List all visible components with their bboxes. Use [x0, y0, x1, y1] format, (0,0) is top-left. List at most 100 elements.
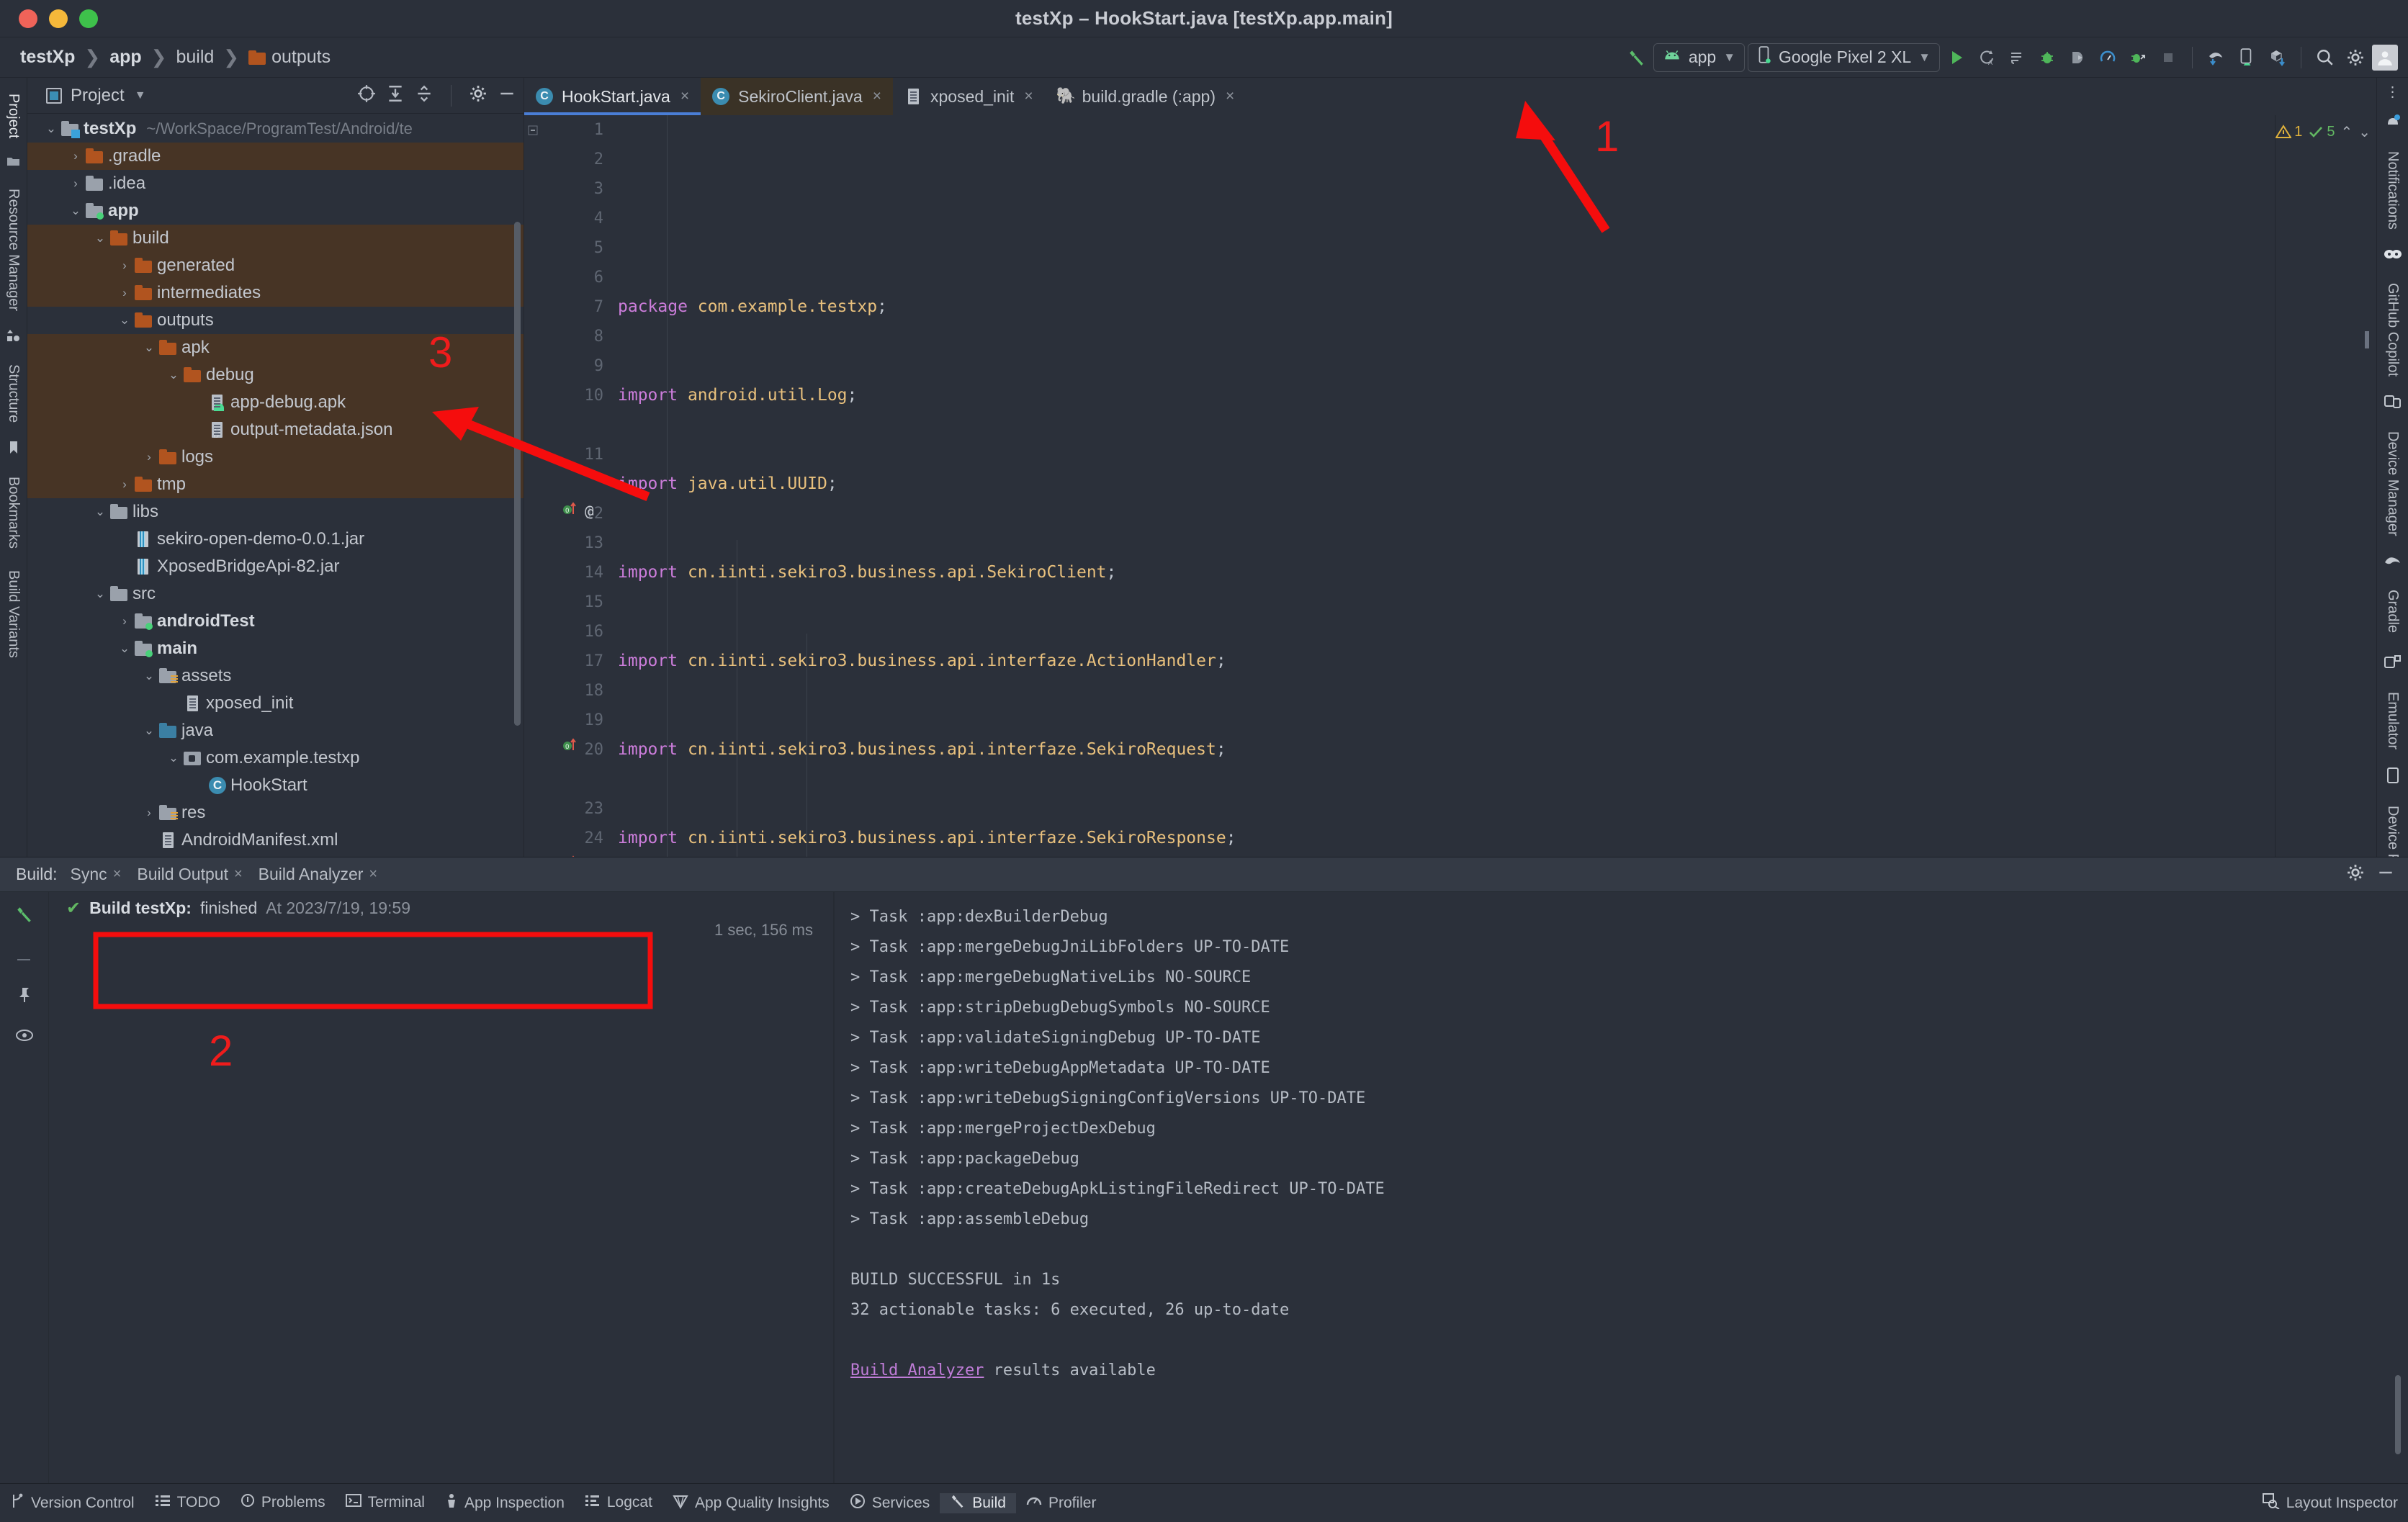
editor-tab-strip[interactable]: HookStart.java×SekiroClient.java×xposed_… [524, 78, 2376, 115]
sidebar-item-project[interactable]: Project [4, 85, 23, 147]
profile-debug-icon[interactable] [2124, 44, 2152, 71]
editor-tab-hookstart-java[interactable]: HookStart.java × [524, 78, 701, 115]
chevron-down-icon[interactable]: ⌄ [141, 724, 157, 738]
hide-panel-icon[interactable] [2376, 863, 2395, 886]
tree-node-apk[interactable]: ⌄ apk [27, 334, 524, 361]
tree-node-app[interactable]: ⌄ app [27, 197, 524, 225]
build-result-row[interactable]: ✔ Build testXp: finished At 2023/7/19, 1… [49, 892, 833, 924]
breadcrumb-item-app[interactable]: app [104, 45, 147, 69]
tree-node-testxp[interactable]: ⌄ testXp ~/WorkSpace/ProgramTest/Android/t… [27, 115, 524, 143]
profiler-icon[interactable] [2094, 44, 2121, 71]
build-log-scrollbar[interactable] [2395, 1375, 2401, 1454]
close-icon[interactable]: × [1024, 88, 1033, 105]
build-analyzer-link[interactable]: Build Analyzer [850, 1361, 984, 1379]
editor-error-stripe[interactable]: 1 5 ⌃ ⌄ [2275, 115, 2376, 857]
chevron-up-icon[interactable]: ⌃ [2340, 123, 2353, 141]
chevron-down-icon[interactable]: ⌄ [141, 669, 157, 683]
gradle-sync-icon[interactable] [2203, 44, 2230, 71]
status-bar-item-app-inspection[interactable]: App Inspection [435, 1493, 575, 1513]
expand-all-icon[interactable] [386, 84, 405, 107]
inspection-summary[interactable]: 1 5 ⌃ ⌄ [2276, 115, 2376, 148]
avd-manager-icon[interactable] [2233, 44, 2260, 71]
chevron-down-icon[interactable]: ⌄ [117, 641, 132, 656]
status-bar-item-layout-inspector[interactable]: Layout Inspector [2252, 1492, 2408, 1513]
sidebar-item-emulator[interactable]: Emulator [2383, 683, 2402, 758]
chevron-down-icon[interactable]: ⌄ [92, 505, 108, 519]
chevron-right-icon[interactable]: › [68, 149, 84, 163]
settings-gear-icon[interactable] [2342, 44, 2369, 71]
fold-collapse-icon[interactable] [527, 124, 539, 140]
status-bar-item-build[interactable]: Build [940, 1492, 1016, 1513]
ok-count[interactable]: 5 [2308, 124, 2335, 140]
build-output-log[interactable]: > Task :app:dexBuilderDebug > Task :app:m… [834, 892, 2408, 1483]
build-result-tree[interactable]: ✔ Build testXp: finished At 2023/7/19, 1… [49, 892, 834, 1483]
chevron-down-icon[interactable]: ⌄ [166, 368, 181, 382]
tree-node-tmp[interactable]: › tmp [27, 471, 524, 498]
close-icon[interactable]: × [873, 88, 881, 105]
project-tree[interactable]: ⌄ testXp ~/WorkSpace/ProgramTest/Android/t… [27, 114, 524, 857]
override-method-marker-icon[interactable]: O [562, 500, 579, 521]
chevron-right-icon[interactable]: › [117, 286, 132, 300]
tree-node-res[interactable]: › res [27, 799, 524, 827]
account-avatar-icon[interactable] [2372, 44, 2398, 71]
tree-node-java[interactable]: ⌄ java [27, 717, 524, 744]
coverage-icon[interactable] [2003, 44, 2031, 71]
tree-node-generated[interactable]: › generated [27, 252, 524, 279]
chevron-right-icon[interactable]: › [117, 477, 132, 492]
tree-node-intermediates[interactable]: › intermediates [27, 279, 524, 307]
sidebar-item-build-variants[interactable]: Build Variants [4, 562, 23, 667]
close-icon[interactable]: × [369, 866, 377, 883]
status-bar-item-app-quality-insights[interactable]: App Quality Insights [662, 1493, 840, 1513]
chevron-down-icon[interactable]: ⌄ [68, 204, 84, 218]
chevron-right-icon[interactable]: › [117, 614, 132, 629]
apply-changes-icon[interactable]: A [1973, 44, 2000, 71]
tab-sync[interactable]: Sync × [71, 865, 122, 884]
code-text[interactable]: package com.example.testxp; import andro… [611, 115, 2275, 857]
sidebar-item-resource-manager[interactable]: Resource Manager [4, 180, 23, 320]
stop-icon[interactable] [16, 947, 33, 968]
tree-node-androidtest[interactable]: › androidTest [27, 608, 524, 635]
chevron-down-icon[interactable]: ⌄ [141, 341, 157, 355]
sidebar-item-github-copilot[interactable]: GitHub Copilot [2383, 274, 2402, 385]
chevron-down-icon[interactable]: ⌄ [92, 587, 108, 601]
chevron-down-icon[interactable]: ⌄ [92, 231, 108, 246]
tree-node-.idea[interactable]: › .idea [27, 170, 524, 197]
collapse-all-icon[interactable] [415, 84, 433, 107]
more-options-icon[interactable]: ⋮ [2386, 85, 2400, 99]
device-chip[interactable]: Google Pixel 2 XL ▼ [1748, 42, 1940, 72]
status-bar-item-profiler[interactable]: Profiler [1016, 1493, 1107, 1513]
run-icon[interactable] [1943, 44, 1970, 71]
status-bar-item-logcat[interactable]: Logcat [575, 1493, 662, 1512]
tree-node-build[interactable]: ⌄ build [27, 225, 524, 252]
override-method-marker-icon[interactable]: O [562, 736, 579, 757]
breadcrumb-item-build[interactable]: build [170, 45, 220, 69]
tree-node-androidmanifest.xml[interactable]: ›AndroidManifest.xml [27, 827, 524, 854]
project-tree-scrollbar[interactable] [514, 222, 521, 726]
tree-node-output-metadata.json[interactable]: ›{}output-metadata.json [27, 416, 524, 443]
chevron-right-icon[interactable]: › [117, 258, 132, 273]
toggle-soft-wrap-icon[interactable] [15, 1027, 34, 1048]
sidebar-item-structure[interactable]: Structure [4, 356, 23, 431]
attach-debugger-icon[interactable] [2064, 44, 2091, 71]
status-bar-item-problems[interactable]: Problems [230, 1493, 336, 1512]
chevron-right-icon[interactable]: › [141, 450, 157, 464]
close-icon[interactable]: × [113, 866, 122, 883]
warning-count[interactable]: 1 [2276, 124, 2302, 140]
breadcrumb-item-project[interactable]: testXp [14, 45, 81, 69]
chevron-down-icon[interactable]: ⌄ [117, 313, 132, 328]
hide-panel-icon[interactable] [498, 84, 516, 107]
tree-node-sekiro-open-demo-0.0.1.jar[interactable]: ›sekiro-open-demo-0.0.1.jar [27, 526, 524, 553]
chevron-down-icon[interactable]: ⌄ [43, 122, 59, 136]
build-hammer-icon[interactable] [1623, 44, 1650, 71]
tree-node-.gradle[interactable]: › .gradle [27, 143, 524, 170]
chevron-down-icon[interactable]: ▼ [135, 89, 146, 102]
annotation-marker-icon[interactable]: @ [585, 503, 594, 520]
tree-node-hookstart[interactable]: ›HookStart [27, 772, 524, 799]
breadcrumb-item-outputs[interactable]: outputs [243, 45, 336, 69]
editor-tab-xposed_init[interactable]: xposed_init × [893, 78, 1045, 115]
status-bar-item-version-control[interactable]: Version Control [0, 1493, 145, 1513]
chevron-down-icon[interactable]: ⌄ [166, 751, 181, 765]
settings-gear-icon[interactable] [2346, 863, 2365, 886]
chevron-right-icon[interactable]: › [68, 176, 84, 191]
chevron-down-icon[interactable]: ⌄ [2358, 123, 2371, 141]
